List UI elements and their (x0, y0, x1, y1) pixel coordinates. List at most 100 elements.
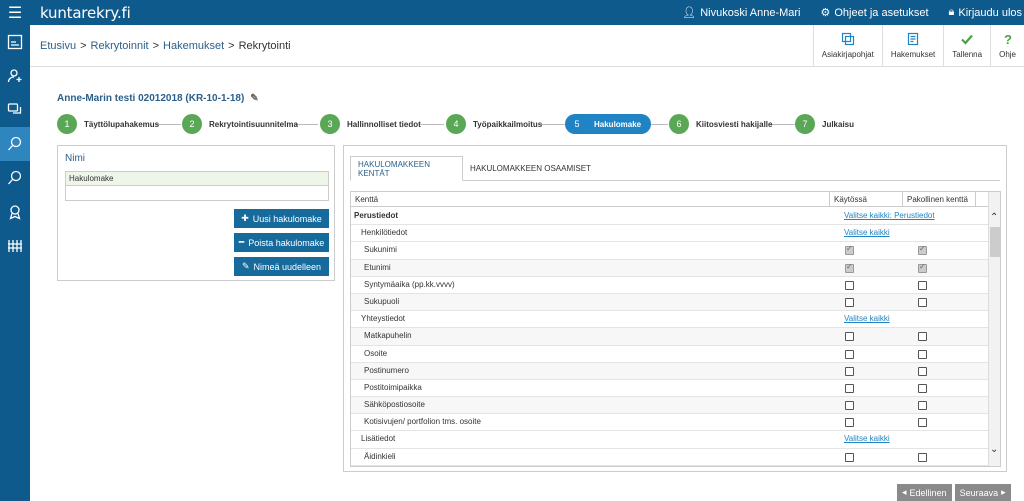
step-4[interactable]: 4 Työpaikkailmoitus (446, 114, 542, 134)
form-list-item[interactable]: Hakulomake (66, 172, 328, 186)
field-name: Henkilötiedot (361, 228, 408, 238)
step-label: Kiitosviesti hakijalle (696, 119, 773, 129)
required-checkbox[interactable] (918, 244, 927, 256)
chevron-left-icon: ◂ (902, 487, 907, 497)
required-checkbox[interactable] (918, 383, 927, 393)
question-icon: ? (1004, 32, 1012, 46)
nav-chat-icon[interactable] (0, 93, 30, 127)
in-use-checkbox[interactable] (845, 280, 854, 290)
in-use-checkbox[interactable] (845, 332, 854, 342)
nav-award-icon[interactable] (0, 195, 30, 229)
tab-form-fields[interactable]: HAKULOMAKKEEN KENTÄT (350, 156, 463, 181)
col-field[interactable]: Kenttä (351, 192, 830, 206)
required-checkbox[interactable] (918, 401, 927, 411)
step-1[interactable]: 1 Täyttölupahakemus (57, 114, 159, 134)
chevron-down-icon[interactable]: ⌄ (990, 444, 998, 455)
form-list-header: Nimi (65, 153, 85, 164)
breadcrumb-separator: > (80, 39, 87, 52)
step-5-active[interactable]: 5 Hakulomake (565, 114, 652, 134)
breadcrumb-current: Rekrytointi (238, 39, 291, 52)
step-6[interactable]: 6 Kiitosviesti hakijalle (669, 114, 772, 134)
next-button[interactable]: Seuraava ▸ (954, 484, 1011, 501)
field-name: Sähköpostiosoite (364, 400, 425, 410)
previous-button[interactable]: ◂ Edellinen (897, 484, 952, 501)
step-7[interactable]: 7 Julkaisu (795, 114, 854, 134)
help-settings-link[interactable]: ⚙ Ohjeet ja asetukset (820, 6, 929, 20)
in-use-checkbox[interactable] (845, 383, 854, 393)
step-3[interactable]: 3 Hallinnolliset tiedot (320, 114, 421, 134)
nav-org-icon[interactable] (0, 229, 30, 263)
next-label: Seuraava (959, 487, 999, 498)
tab-form-skills[interactable]: HAKULOMAKKEEN OSAAMISET (463, 156, 598, 181)
rename-form-button[interactable]: ✎ Nimeä uudelleen (234, 257, 329, 276)
col-required[interactable]: Pakollinen kenttä (903, 192, 976, 206)
save-button[interactable]: Tallenna (943, 25, 990, 66)
required-checkbox[interactable] (918, 349, 927, 359)
help-button[interactable]: ? Ohje (990, 25, 1024, 66)
delete-form-button[interactable]: ━ Poista hakulomake (234, 233, 329, 252)
required-checkbox[interactable] (918, 366, 927, 376)
breadcrumb-recruitments[interactable]: Rekrytoinnit (91, 40, 149, 52)
required-checkbox[interactable] (918, 418, 927, 428)
user-menu[interactable]: 👤︎ Nivukoski Anne-Mari (682, 6, 800, 20)
table-scrollbar[interactable]: ⌃ ⌄ (988, 192, 1000, 466)
step-label: Julkaisu (822, 119, 855, 129)
select-all-link[interactable]: Valitse kaikki (844, 434, 890, 443)
in-use-checkbox[interactable] (845, 297, 854, 307)
field-name: Syntymäaika (pp.kk.vvvv) (364, 279, 455, 289)
in-use-checkbox[interactable] (845, 418, 854, 428)
select-all-link[interactable]: Valitse kaikki (844, 228, 890, 237)
required-checkbox[interactable] (918, 262, 927, 273)
in-use-checkbox[interactable] (845, 349, 854, 359)
step-number: 2 (182, 114, 202, 134)
nav-user-add-icon[interactable] (0, 59, 30, 93)
chevron-up-icon[interactable]: ⌃ (990, 212, 998, 223)
wizard-steps: 1 Täyttölupahakemus 2 Rekrytointisuunnit… (57, 114, 937, 134)
hamburger-menu-icon[interactable]: ☰ (0, 0, 30, 25)
in-use-checkbox[interactable] (845, 244, 854, 256)
lock-icon: 🔒︎ (948, 6, 955, 18)
step-label: Rekrytointisuunnitelma (209, 119, 298, 129)
table-group-row: Lisätiedot Valitse kaikki (351, 431, 988, 449)
step-2[interactable]: 2 Rekrytointisuunnitelma (182, 114, 298, 134)
step-label: Työpaikkailmoitus (473, 119, 543, 129)
logo[interactable]: kuntarekry.fi (40, 4, 131, 22)
applications-button[interactable]: Hakemukset (881, 25, 943, 66)
in-use-checkbox[interactable] (845, 452, 854, 462)
chevron-right-icon: ▸ (1001, 487, 1006, 497)
step-number: 4 (446, 114, 466, 134)
in-use-checkbox[interactable] (845, 262, 854, 273)
select-all-link[interactable]: Valitse kaikki: Perustiedot (844, 211, 935, 220)
table-row: Osoite (351, 346, 988, 363)
help-settings-label: Ohjeet ja asetukset (834, 6, 929, 19)
required-checkbox[interactable] (918, 332, 927, 342)
table-row: Postitoimipaikka (351, 380, 988, 398)
document-icon (907, 32, 919, 46)
field-name: Sukupuoli (364, 296, 400, 306)
col-in-use[interactable]: Käytössä (830, 192, 903, 206)
gears-icon: ⚙ (820, 7, 831, 19)
in-use-checkbox[interactable] (845, 366, 854, 376)
nav-search-user-icon[interactable] (0, 127, 30, 161)
nav-search-icon[interactable] (0, 161, 30, 195)
required-checkbox[interactable] (918, 452, 927, 462)
nav-dashboard-icon[interactable] (0, 25, 30, 59)
required-checkbox[interactable] (918, 297, 927, 307)
svg-text:?: ? (1004, 32, 1012, 46)
wizard-nav: ◂ Edellinen Seuraava ▸ (897, 484, 1011, 501)
new-form-button[interactable]: ✚ Uusi hakulomake (234, 209, 329, 228)
field-name: Etunimi (364, 262, 391, 272)
doc-templates-button[interactable]: Asiakirjapohjat (812, 25, 882, 66)
table-row: Etunimi (351, 259, 988, 277)
pencil-icon[interactable]: ✎ (250, 93, 258, 104)
table-row: Sukunimi (351, 242, 988, 260)
in-use-checkbox[interactable] (845, 401, 854, 411)
step-connector (157, 124, 181, 125)
breadcrumb-home[interactable]: Etusivu (40, 40, 76, 52)
table-row: Sukupuoli (351, 293, 988, 312)
scrollbar-thumb[interactable] (990, 227, 1000, 257)
breadcrumb-applications[interactable]: Hakemukset (163, 40, 224, 52)
select-all-link[interactable]: Valitse kaikki (844, 314, 890, 323)
required-checkbox[interactable] (918, 280, 927, 290)
logout-link[interactable]: 🔒︎ Kirjaudu ulos (949, 6, 1022, 19)
